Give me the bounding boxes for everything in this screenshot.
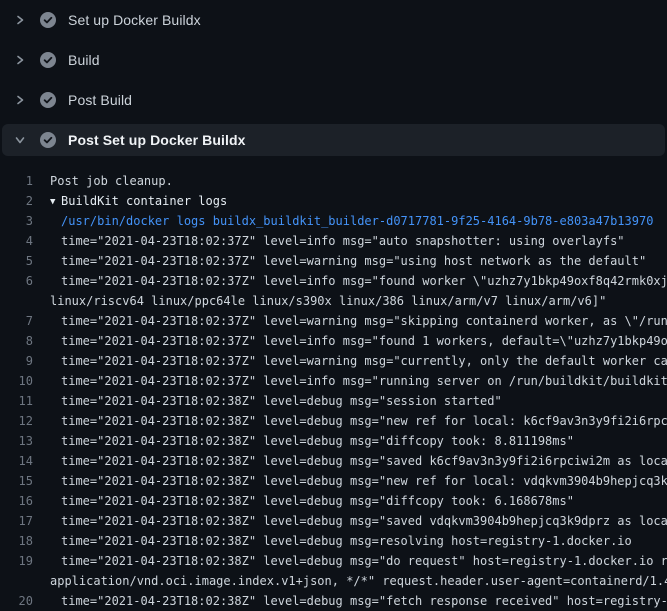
log-line: 17time="2021-04-23T18:02:38Z" level=debu… — [0, 511, 667, 531]
line-number[interactable]: 3 — [0, 211, 33, 231]
log-line: 5time="2021-04-23T18:02:37Z" level=warni… — [0, 251, 667, 271]
group-collapse-icon[interactable]: ▼ — [50, 192, 61, 211]
line-number[interactable]: 6 — [0, 271, 33, 291]
log-text: time="2021-04-23T18:02:38Z" level=debug … — [33, 511, 667, 531]
chevron-down-icon — [12, 134, 28, 146]
log-text: time="2021-04-23T18:02:38Z" level=debug … — [33, 411, 667, 431]
log-line: linux/riscv64 linux/ppc64le linux/s390x … — [0, 291, 667, 311]
log-text: time="2021-04-23T18:02:37Z" level=info m… — [33, 371, 667, 391]
log-command-text: /usr/bin/docker logs buildx_buildkit_bui… — [33, 211, 653, 231]
log-text: time="2021-04-23T18:02:38Z" level=debug … — [33, 551, 667, 571]
log-line: 10time="2021-04-23T18:02:37Z" level=info… — [0, 371, 667, 391]
check-circle-icon — [40, 92, 56, 108]
log-line: 11time="2021-04-23T18:02:38Z" level=debu… — [0, 391, 667, 411]
log-line: 3/usr/bin/docker logs buildx_buildkit_bu… — [0, 211, 667, 231]
line-number[interactable]: 19 — [0, 551, 33, 571]
log-line: 6time="2021-04-23T18:02:37Z" level=info … — [0, 271, 667, 291]
log-line: 12time="2021-04-23T18:02:38Z" level=debu… — [0, 411, 667, 431]
line-number[interactable]: 18 — [0, 531, 33, 551]
step-section-header[interactable]: Post Build — [0, 80, 667, 120]
job-steps-list: Set up Docker Buildx Build Post Build Post … — [0, 0, 667, 156]
line-number[interactable]: 1 — [0, 171, 33, 191]
log-text: time="2021-04-23T18:02:38Z" level=debug … — [33, 391, 502, 411]
step-section-header[interactable]: Post Set up Docker Buildx — [2, 124, 665, 156]
log-text: time="2021-04-23T18:02:38Z" level=debug … — [33, 491, 574, 511]
log-line: 1Post job cleanup. — [0, 171, 667, 191]
log-viewer: 1Post job cleanup.2▼BuildKit container l… — [0, 156, 667, 611]
log-line: 4time="2021-04-23T18:02:37Z" level=info … — [0, 231, 667, 251]
line-number[interactable]: 5 — [0, 251, 33, 271]
log-text: time="2021-04-23T18:02:38Z" level=debug … — [33, 591, 667, 611]
log-line: 14time="2021-04-23T18:02:38Z" level=debu… — [0, 451, 667, 471]
line-number[interactable]: 16 — [0, 491, 33, 511]
line-number[interactable]: 12 — [0, 411, 33, 431]
log-line: 8time="2021-04-23T18:02:37Z" level=info … — [0, 331, 667, 351]
step-section-header[interactable]: Set up Docker Buildx — [0, 0, 667, 40]
chevron-right-icon — [12, 94, 28, 106]
line-number[interactable]: 10 — [0, 371, 33, 391]
log-line: 2▼BuildKit container logs — [0, 191, 667, 211]
step-section-header[interactable]: Build — [0, 40, 667, 80]
log-text: time="2021-04-23T18:02:37Z" level=info m… — [33, 271, 667, 291]
log-line: 9time="2021-04-23T18:02:37Z" level=warni… — [0, 351, 667, 371]
log-line: 20time="2021-04-23T18:02:38Z" level=debu… — [0, 591, 667, 611]
line-number[interactable]: 20 — [0, 591, 33, 611]
log-text: application/vnd.oci.image.index.v1+json,… — [33, 571, 667, 591]
step-name: Build — [68, 52, 100, 68]
log-text: time="2021-04-23T18:02:38Z" level=debug … — [33, 431, 574, 451]
step-name: Post Set up Docker Buildx — [68, 132, 246, 148]
check-circle-icon — [40, 12, 56, 28]
log-text: Post job cleanup. — [33, 171, 173, 191]
line-number[interactable]: 13 — [0, 431, 33, 451]
line-number[interactable]: 15 — [0, 471, 33, 491]
log-line: 13time="2021-04-23T18:02:38Z" level=debu… — [0, 431, 667, 451]
log-line: application/vnd.oci.image.index.v1+json,… — [0, 571, 667, 591]
line-number[interactable]: 11 — [0, 391, 33, 411]
log-text: time="2021-04-23T18:02:38Z" level=debug … — [33, 531, 632, 551]
log-line: 18time="2021-04-23T18:02:38Z" level=debu… — [0, 531, 667, 551]
chevron-right-icon — [12, 54, 28, 66]
log-text: time="2021-04-23T18:02:37Z" level=warnin… — [33, 311, 667, 331]
line-number[interactable]: 4 — [0, 231, 33, 251]
check-circle-icon — [40, 132, 56, 148]
log-line: 7time="2021-04-23T18:02:37Z" level=warni… — [0, 311, 667, 331]
check-circle-icon — [40, 52, 56, 68]
log-group-title[interactable]: BuildKit container logs — [61, 194, 227, 208]
log-group-row[interactable]: ▼BuildKit container logs — [33, 191, 227, 211]
log-line: 15time="2021-04-23T18:02:38Z" level=debu… — [0, 471, 667, 491]
log-text: time="2021-04-23T18:02:37Z" level=info m… — [33, 331, 667, 351]
log-text: time="2021-04-23T18:02:37Z" level=warnin… — [33, 251, 646, 271]
log-text: time="2021-04-23T18:02:37Z" level=info m… — [33, 231, 625, 251]
log-line: 19time="2021-04-23T18:02:38Z" level=debu… — [0, 551, 667, 571]
step-name: Post Build — [68, 92, 132, 108]
log-line: 16time="2021-04-23T18:02:38Z" level=debu… — [0, 491, 667, 511]
log-text: time="2021-04-23T18:02:37Z" level=warnin… — [33, 351, 667, 371]
log-text: time="2021-04-23T18:02:38Z" level=debug … — [33, 451, 667, 471]
line-number[interactable]: 17 — [0, 511, 33, 531]
log-text: time="2021-04-23T18:02:38Z" level=debug … — [33, 471, 667, 491]
line-number[interactable]: 14 — [0, 451, 33, 471]
line-number[interactable]: 9 — [0, 351, 33, 371]
log-text: linux/riscv64 linux/ppc64le linux/s390x … — [33, 291, 606, 311]
step-name: Set up Docker Buildx — [68, 12, 201, 28]
line-number[interactable]: 7 — [0, 311, 33, 331]
line-number[interactable]: 8 — [0, 331, 33, 351]
chevron-right-icon — [12, 14, 28, 26]
line-number[interactable]: 2 — [0, 191, 33, 211]
